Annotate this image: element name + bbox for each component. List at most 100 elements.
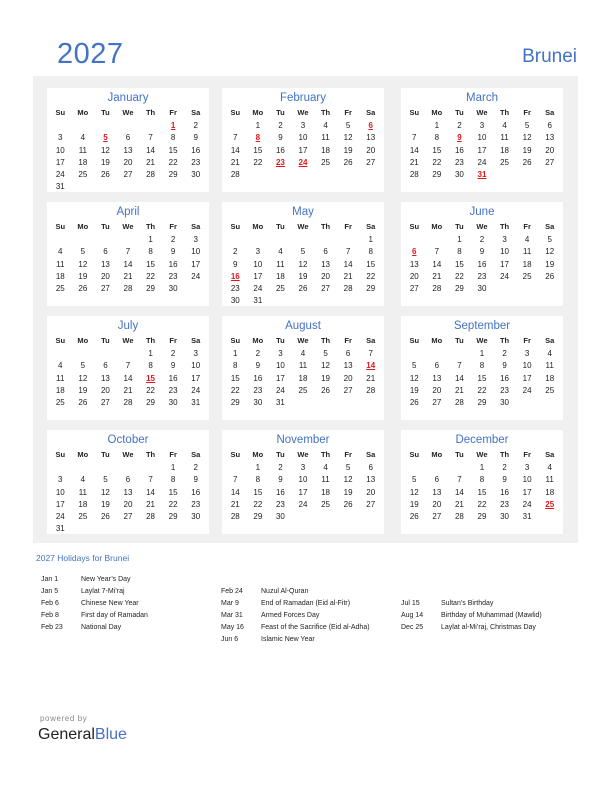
- day-cell: 28: [454, 512, 464, 522]
- month-february: February Su Mo Tu We Th Fr Sa 1 2 3 4 5 6 7 8 9 10 11 12 13 1…: [222, 88, 384, 192]
- day-cell: 21: [123, 385, 133, 395]
- day-cell: 29: [168, 170, 178, 180]
- day-cell: 6: [368, 463, 373, 472]
- month-grid: Su Mo Tu We Th Fr Sa 1 2 3 4 5 6 7 8 9 10 11 12 13 14 15 16 17 1…: [222, 220, 384, 308]
- day-cell: 4: [300, 349, 306, 358]
- day-cell: 25: [500, 157, 510, 167]
- day-cell: 25: [78, 512, 88, 522]
- month-name: March: [466, 92, 498, 104]
- day-cell: 21: [454, 385, 464, 395]
- day-cell: 2: [502, 463, 507, 472]
- month-march: March Su Mo Tu We Th Fr Sa 1 2 3 4 5 6 7 8 9 10 11 12 13 14 15…: [401, 88, 563, 192]
- holiday-day-cell: 14: [366, 361, 376, 371]
- day-cell: 1: [255, 463, 261, 472]
- day-cell: 24: [55, 512, 65, 522]
- day-cell: 25: [55, 284, 65, 294]
- calendar-panel: January Su Mo Tu We Th Fr Sa 1 2 3 4 5 6 7 8 9 10 11 12 13 14…: [33, 76, 578, 543]
- day-cell: 2: [193, 463, 198, 472]
- day-cell: 10: [55, 487, 65, 497]
- day-cell: 6: [345, 349, 351, 358]
- day-cell: 3: [524, 349, 530, 358]
- empty-cell: [224, 462, 247, 474]
- day-cell: 8: [233, 361, 238, 371]
- month-name: January: [107, 92, 149, 104]
- day-cell: 1: [479, 463, 485, 472]
- day-cell: 12: [100, 145, 110, 155]
- day-cell: 10: [191, 247, 201, 257]
- month-grid: Su Mo Tu We Th Fr Sa 1 2 3 4 5 6 7 8 9 10 11 12 13 14 15 16 17 1…: [222, 448, 384, 523]
- day-cell: 30: [191, 512, 201, 522]
- day-cell: 24: [522, 385, 532, 395]
- day-cell: 21: [454, 499, 464, 509]
- month-name: September: [453, 320, 511, 332]
- empty-cell: [314, 234, 337, 246]
- weekday-header: Sa: [545, 108, 555, 117]
- weekday-header: Fr: [523, 450, 531, 459]
- brand-logo: GeneralBlue: [38, 726, 127, 744]
- weekday-header: Tu: [101, 336, 110, 345]
- weekday-header: We: [297, 108, 309, 117]
- day-cell: 25: [545, 385, 555, 395]
- weekday-header: Tu: [276, 108, 285, 117]
- day-cell: 14: [146, 145, 156, 155]
- day-cell: 5: [412, 475, 417, 485]
- day-cell: 18: [275, 271, 285, 281]
- day-cell: 18: [78, 499, 88, 509]
- day-cell: 6: [125, 133, 131, 143]
- day-cell: 23: [454, 157, 464, 167]
- day-cell: 17: [191, 373, 201, 383]
- weekday-header: Tu: [101, 450, 110, 459]
- day-cell: 30: [168, 398, 178, 408]
- holiday-name: Sultan’s Birthday: [441, 600, 494, 607]
- day-cell: 23: [168, 385, 178, 395]
- day-cell: 19: [321, 373, 331, 383]
- day-cell: 24: [298, 499, 308, 509]
- weekday-header: Sa: [191, 108, 201, 117]
- day-cell: 11: [522, 247, 532, 257]
- day-cell: 26: [78, 284, 88, 294]
- day-cell: 26: [298, 284, 308, 294]
- day-cell: 15: [477, 373, 487, 383]
- day-cell: 20: [123, 157, 133, 167]
- day-cell: 22: [477, 385, 487, 395]
- weekday-header: Sa: [191, 222, 201, 231]
- day-cell: 22: [146, 385, 156, 395]
- day-cell: 16: [275, 145, 285, 155]
- day-cell: 28: [230, 512, 240, 522]
- day-cell: 10: [522, 361, 532, 371]
- day-cell: 16: [477, 259, 487, 269]
- day-cell: 23: [230, 284, 240, 294]
- day-cell: 8: [255, 475, 261, 485]
- day-cell: 17: [55, 499, 65, 509]
- day-cell: 22: [253, 157, 263, 167]
- day-cell: 17: [500, 259, 510, 269]
- empty-cell: [117, 462, 140, 474]
- day-cell: 27: [100, 398, 110, 408]
- holiday-item: Feb 8 First day of Ramadan: [41, 610, 148, 622]
- weekday-header: Th: [145, 222, 156, 231]
- day-cell: 3: [255, 247, 261, 257]
- day-cell: 19: [343, 487, 353, 497]
- month-grid: Su Mo Tu We Th Fr Sa 1 2 3 4 5 6 7 8 9 10 11 12 13 14 15 16 17 1…: [401, 220, 563, 295]
- holiday-date: Feb 24: [221, 588, 243, 595]
- day-cell: 31: [275, 398, 285, 408]
- holiday-date: Feb 6: [41, 600, 59, 607]
- day-cell: 10: [55, 145, 65, 155]
- day-cell: 27: [432, 512, 442, 522]
- day-cell: 25: [55, 398, 65, 408]
- month-grid: Su Mo Tu We Th Fr Sa 1 2 3 4 5 6 7 8 9 10 11 12 13 14 15 16 17 1…: [401, 448, 563, 523]
- day-cell: 2: [233, 247, 238, 257]
- holiday-item: Jan 5 Laylat 7-Mi’raj: [41, 586, 148, 598]
- weekday-header: Su: [230, 222, 241, 231]
- month-august: August Su Mo Tu We Th Fr Sa 1 2 3 4 5 6 7 8 9 10 11 12 13 14 1…: [222, 316, 384, 420]
- month-name: May: [292, 206, 314, 218]
- weekday-header: Sa: [545, 336, 555, 345]
- day-cell: 25: [298, 385, 308, 395]
- day-cell: 9: [278, 133, 283, 143]
- weekday-header: We: [122, 222, 134, 231]
- empty-cell: [72, 120, 95, 132]
- day-cell: 18: [55, 385, 65, 395]
- month-grid: Su Mo Tu We Th Fr Sa 1 2 3 4 5 6 7 8 9 10 11 12 13 14 15 16 17 1…: [47, 448, 209, 536]
- day-cell: 25: [275, 284, 285, 294]
- holiday-day-cell: 9: [457, 133, 462, 143]
